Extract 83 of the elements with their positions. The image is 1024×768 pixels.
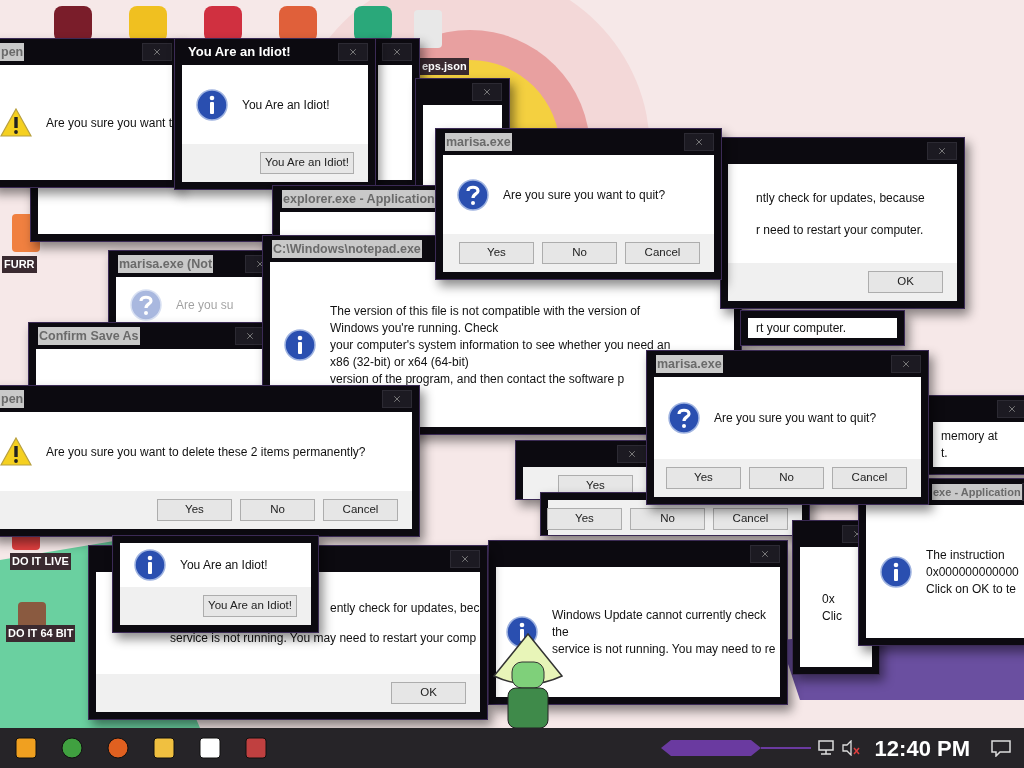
dialog-button[interactable]: Yes [459,242,534,264]
close-icon [245,331,255,341]
window-title: Confirm Save As [38,326,140,346]
close-icon [348,47,358,57]
message-text: service is not running. You may need to re [552,641,776,657]
window-title: pen [0,42,25,62]
message-text: Are you sure you want to delete these 2 items permanently? [46,443,366,460]
dialog-button[interactable]: Yes [547,508,622,530]
dialog-button[interactable]: No [630,508,705,530]
message-text: Are you sure you want t [46,114,173,131]
message-text: rt your computer. [756,320,847,336]
speaker-muted-icon[interactable] [840,740,861,756]
message-text: 0x000000000000 [926,563,1019,580]
warning-icon [0,106,32,139]
message-text: The version of this file is not compatible with the version of [330,302,641,319]
close-icon [392,394,402,404]
message-text: r need to restart your computer. [756,221,924,238]
network-icon[interactable] [816,740,835,756]
close-icon [460,554,470,564]
close-icon [937,146,947,156]
question-icon [130,288,162,321]
window-title: explorer.exe - Application [282,189,436,209]
window-title: exe - Application [932,483,1022,501]
message-text: service is not running. You may need to restart your comp [170,630,477,646]
clock-text[interactable]: 12:40 PM [866,731,978,765]
message-text: version of the program, and then contact the software p [330,370,625,387]
window-title: You Are an Idiot! [187,43,291,62]
dialog-button[interactable]: You Are an Idiot! [203,595,297,617]
dialog-button[interactable]: You Are an Idiot! [260,152,354,174]
dialog-button[interactable]: Yes [666,467,741,489]
close-icon [694,137,704,147]
close-icon [152,47,162,57]
dialog-button[interactable]: No [240,499,315,521]
icon-label[interactable]: FURR [2,256,37,273]
message-text: Are you sure you want to quit? [503,186,666,203]
close-icon [627,449,637,459]
message-text: Click on OK to te [926,580,1017,597]
message-text: Windows you're running. Check [330,319,499,336]
close-icon [482,87,492,97]
info-icon [880,555,912,588]
info-icon [284,328,316,361]
info-icon [196,88,228,121]
notification-icon[interactable] [990,739,1012,757]
message-text: You Are an Idiot! [180,557,268,573]
message-text: t. [941,445,948,461]
window-title: C:\Windows\notepad.exe [272,239,422,259]
window-title: marisa.exe (Not [118,254,214,274]
message-text: Are you sure you want to quit? [714,410,877,426]
message-text: You Are an Idiot! [242,96,330,113]
icon-label[interactable]: eps.json [420,58,469,75]
question-icon [457,178,489,211]
close-icon [392,47,402,57]
icon-label[interactable]: DO IT 64 BIT [6,625,76,642]
message-text: the [552,624,569,640]
window-title: pen [0,389,25,409]
dialog-button[interactable]: OK [391,682,466,704]
dialog-button[interactable]: Yes [157,499,232,521]
message-text: your computer's system information to see whether you need an [330,336,671,353]
message-text: Clic [822,607,842,624]
icon-label[interactable]: DO IT LIVE [10,553,71,570]
message-text: Windows Update cannot currently check [552,607,767,623]
dialog-button[interactable]: No [749,467,824,489]
dialog-button[interactable]: Cancel [625,242,700,264]
close-icon [760,549,770,559]
message-text: The instruction [926,546,1005,563]
message-text: ntly check for updates, because [756,189,925,206]
message-text: x86 (32-bit) or x64 (64-bit) [330,353,469,370]
warning-icon [0,435,32,468]
close-icon [901,359,911,369]
window-title: marisa.exe [656,354,723,374]
question-icon [668,402,700,434]
message-text: memory at [941,428,998,444]
message-text: 0x [822,590,835,607]
dialog-button[interactable]: Cancel [713,508,788,530]
dialog-button[interactable]: Cancel [323,499,398,521]
dialog-button[interactable]: Cancel [832,467,907,489]
info-icon [134,549,166,581]
window-title: marisa.exe [445,132,512,152]
message-text: ently check for updates, bec [330,600,480,616]
dialog-button[interactable]: No [542,242,617,264]
dialog-button[interactable]: OK [868,271,943,293]
message-text: Are you su [176,296,234,313]
close-icon [1007,404,1017,414]
